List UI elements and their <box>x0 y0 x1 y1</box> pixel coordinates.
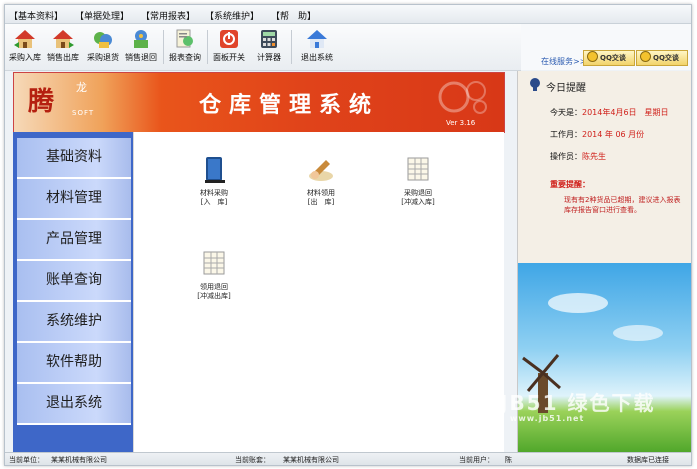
notice-text: 现有有2种货品已超期，建议进入报表库存报告窗口进行查看。 <box>564 196 681 214</box>
menu-help[interactable]: 【帮 助】 <box>271 9 316 22</box>
notice-title: 重要提醒： <box>550 180 590 189</box>
return-purchase-icon <box>94 32 112 48</box>
writing-hand-icon <box>309 160 333 181</box>
status-user-label: 当前用户： <box>459 456 494 464</box>
toolbar: 采购入库 销售出库 采购退货 销售退回 报表查询 面板开关 计算器 退出系统 <box>5 24 521 71</box>
status-account-value: 某某机械有限公司 <box>283 456 339 464</box>
book-icon <box>205 157 225 183</box>
main-content: 材料采购 [入 库] 材料领用 [出 库] 采购退回 [冲减入库] 领用退回 [… <box>133 132 504 452</box>
landscape-image <box>518 263 691 453</box>
exit-house-icon <box>307 30 327 48</box>
issue-return-item[interactable]: 领用退回 [冲减出库] <box>182 248 246 301</box>
qq-icon <box>640 51 651 62</box>
status-user-value: 陈 <box>505 456 512 464</box>
work-month-row: 工作月：2014 年 06 月份 <box>550 130 645 139</box>
lightbulb-icon <box>530 78 540 91</box>
calculator-button[interactable]: 计算器 <box>251 26 287 68</box>
menu-system-maintenance[interactable]: 【系统维护】 <box>205 9 259 22</box>
app-window: 【基本资料】 【单据处理】 【常用报表】 【系统维护】 【帮 助】 采购入库 销… <box>4 4 692 466</box>
left-navigation: 基础资料 材料管理 产品管理 账单查询 系统维护 软件帮助 退出系统 <box>13 132 133 452</box>
menubar: 【基本资料】 【单据处理】 【常用报表】 【系统维护】 【帮 助】 <box>5 5 691 24</box>
material-issue-item[interactable]: 材料领用 [出 库] <box>289 154 353 207</box>
exit-system-button[interactable]: 退出系统 <box>297 26 337 68</box>
sales-return-button[interactable]: 销售退回 <box>123 26 159 68</box>
nav-basic-data[interactable]: 基础资料 <box>17 138 131 179</box>
qq-chat-button-1[interactable]: QQ交谈 <box>583 50 635 66</box>
reminder-header: 今日提醒 <box>518 77 691 94</box>
qq-chat-button-2[interactable]: QQ交谈 <box>636 50 688 66</box>
logo-subtext: 龙 <box>76 81 87 94</box>
panel-toggle-button[interactable]: 面板开关 <box>211 26 247 68</box>
menu-common-reports[interactable]: 【常用报表】 <box>141 9 195 22</box>
qq-icon <box>587 51 598 62</box>
nav-system-maintenance[interactable]: 系统维护 <box>17 302 131 343</box>
purchase-in-button[interactable]: 采购入库 <box>7 26 43 68</box>
logo: 腾 <box>28 87 56 117</box>
spreadsheet-icon <box>407 157 429 181</box>
header-banner: 腾 龙 SOFT 仓库管理系统 Ver 3.16 <box>13 72 505 133</box>
toolbar-separator <box>163 30 164 64</box>
reminder-title: 今日提醒 <box>546 83 586 94</box>
toolbar-separator <box>207 30 208 64</box>
today-row: 今天是：2014年4月6日 星期日 <box>550 108 669 117</box>
nav-product-management[interactable]: 产品管理 <box>17 220 131 261</box>
return-sale-icon <box>134 30 148 48</box>
material-purchase-item[interactable]: 材料采购 [入 库] <box>182 154 246 207</box>
nav-material-management[interactable]: 材料管理 <box>17 179 131 220</box>
house-out-icon <box>53 30 74 48</box>
online-service-label[interactable]: 在线服务>> <box>541 56 586 67</box>
sales-out-button[interactable]: 销售出库 <box>45 26 81 68</box>
purchase-return-button[interactable]: 采购退货 <box>85 26 121 68</box>
operator-row: 操作员：陈先生 <box>550 152 606 161</box>
menu-basic-data[interactable]: 【基本资料】 <box>9 9 63 22</box>
status-account-label: 当前账套： <box>235 456 270 464</box>
app-title: 仓库管理系统 <box>199 92 380 118</box>
spreadsheet-icon <box>203 251 225 275</box>
status-db: 数据库已连接 <box>627 456 669 464</box>
nav-exit-system[interactable]: 退出系统 <box>17 384 131 425</box>
menu-document-processing[interactable]: 【单据处理】 <box>75 9 129 22</box>
nav-software-help[interactable]: 软件帮助 <box>17 343 131 384</box>
purchase-return-item[interactable]: 采购退回 [冲减入库] <box>386 154 450 207</box>
report-query-button[interactable]: 报表查询 <box>167 26 203 68</box>
windmill-landscape-icon <box>522 293 663 413</box>
watermark: JB51 绿色下载 www.jb51.net <box>500 391 656 423</box>
house-in-icon <box>14 30 35 48</box>
power-icon <box>220 30 238 48</box>
status-unit-label: 当前单位： <box>9 456 44 464</box>
version-label: Ver 3.16 <box>446 119 476 127</box>
logo-soft: SOFT <box>72 109 95 117</box>
report-query-icon <box>176 29 193 48</box>
status-unit-value: 某某机械有限公司 <box>51 456 107 464</box>
nav-bill-query[interactable]: 账单查询 <box>17 261 131 302</box>
status-bar: 当前单位： 某某机械有限公司 当前账套： 某某机械有限公司 当前用户： 陈 数据… <box>5 452 691 465</box>
decorative-swirl-icon <box>438 81 487 114</box>
toolbar-separator <box>291 30 292 64</box>
calculator-icon <box>261 30 277 48</box>
